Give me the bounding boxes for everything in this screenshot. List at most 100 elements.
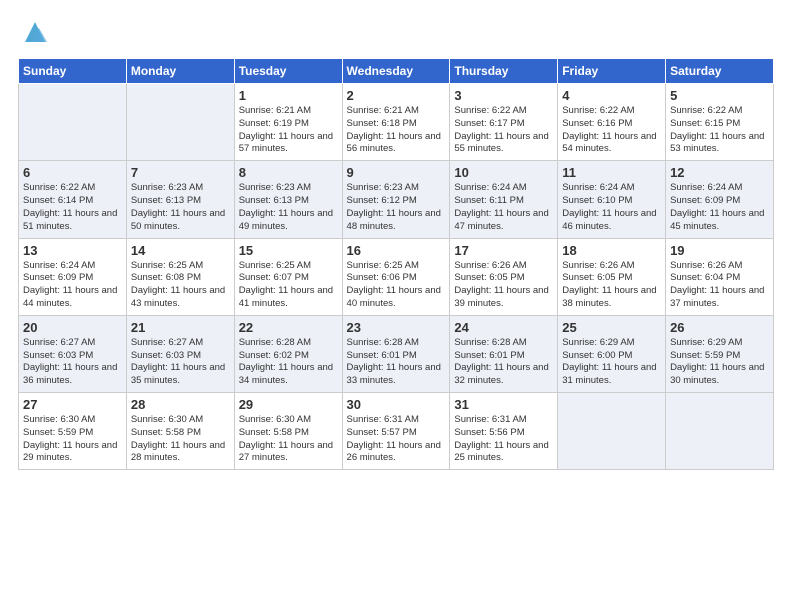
day-number: 17 [454,243,553,258]
day-number: 8 [239,165,338,180]
day-info: Sunrise: 6:26 AMSunset: 6:05 PMDaylight:… [454,260,548,309]
day-info: Sunrise: 6:22 AMSunset: 6:17 PMDaylight:… [454,105,548,154]
day-number: 1 [239,88,338,103]
calendar-cell [558,393,666,470]
day-number: 12 [670,165,769,180]
day-number: 4 [562,88,661,103]
calendar-cell: 25 Sunrise: 6:29 AMSunset: 6:00 PMDaylig… [558,315,666,392]
day-info: Sunrise: 6:22 AMSunset: 6:15 PMDaylight:… [670,105,764,154]
day-info: Sunrise: 6:26 AMSunset: 6:05 PMDaylight:… [562,260,656,309]
calendar-cell: 13 Sunrise: 6:24 AMSunset: 6:09 PMDaylig… [19,238,127,315]
calendar-week-row: 20 Sunrise: 6:27 AMSunset: 6:03 PMDaylig… [19,315,774,392]
day-info: Sunrise: 6:21 AMSunset: 6:18 PMDaylight:… [347,105,441,154]
day-number: 26 [670,320,769,335]
day-info: Sunrise: 6:30 AMSunset: 5:58 PMDaylight:… [239,414,333,463]
calendar-week-row: 27 Sunrise: 6:30 AMSunset: 5:59 PMDaylig… [19,393,774,470]
calendar-cell: 2 Sunrise: 6:21 AMSunset: 6:18 PMDayligh… [342,84,450,161]
calendar-cell: 5 Sunrise: 6:22 AMSunset: 6:15 PMDayligh… [666,84,774,161]
day-info: Sunrise: 6:30 AMSunset: 5:58 PMDaylight:… [131,414,225,463]
day-info: Sunrise: 6:25 AMSunset: 6:07 PMDaylight:… [239,260,333,309]
day-number: 5 [670,88,769,103]
calendar-cell: 28 Sunrise: 6:30 AMSunset: 5:58 PMDaylig… [126,393,234,470]
day-number: 31 [454,397,553,412]
day-info: Sunrise: 6:22 AMSunset: 6:16 PMDaylight:… [562,105,656,154]
day-number: 20 [23,320,122,335]
calendar-cell [666,393,774,470]
calendar-cell: 19 Sunrise: 6:26 AMSunset: 6:04 PMDaylig… [666,238,774,315]
calendar-week-row: 13 Sunrise: 6:24 AMSunset: 6:09 PMDaylig… [19,238,774,315]
day-number: 27 [23,397,122,412]
day-info: Sunrise: 6:27 AMSunset: 6:03 PMDaylight:… [131,337,225,386]
calendar-table: SundayMondayTuesdayWednesdayThursdayFrid… [18,58,774,470]
page-header [18,18,774,48]
day-info: Sunrise: 6:26 AMSunset: 6:04 PMDaylight:… [670,260,764,309]
day-number: 7 [131,165,230,180]
day-info: Sunrise: 6:31 AMSunset: 5:56 PMDaylight:… [454,414,548,463]
calendar-cell: 14 Sunrise: 6:25 AMSunset: 6:08 PMDaylig… [126,238,234,315]
calendar-cell: 11 Sunrise: 6:24 AMSunset: 6:10 PMDaylig… [558,161,666,238]
calendar-cell: 15 Sunrise: 6:25 AMSunset: 6:07 PMDaylig… [234,238,342,315]
day-number: 2 [347,88,446,103]
day-info: Sunrise: 6:31 AMSunset: 5:57 PMDaylight:… [347,414,441,463]
calendar-week-row: 1 Sunrise: 6:21 AMSunset: 6:19 PMDayligh… [19,84,774,161]
day-info: Sunrise: 6:21 AMSunset: 6:19 PMDaylight:… [239,105,333,154]
col-header-tuesday: Tuesday [234,59,342,84]
day-number: 18 [562,243,661,258]
day-number: 10 [454,165,553,180]
calendar-cell: 10 Sunrise: 6:24 AMSunset: 6:11 PMDaylig… [450,161,558,238]
calendar-cell: 6 Sunrise: 6:22 AMSunset: 6:14 PMDayligh… [19,161,127,238]
col-header-saturday: Saturday [666,59,774,84]
calendar-cell: 31 Sunrise: 6:31 AMSunset: 5:56 PMDaylig… [450,393,558,470]
day-number: 13 [23,243,122,258]
calendar-cell: 7 Sunrise: 6:23 AMSunset: 6:13 PMDayligh… [126,161,234,238]
col-header-thursday: Thursday [450,59,558,84]
day-number: 23 [347,320,446,335]
calendar-cell: 21 Sunrise: 6:27 AMSunset: 6:03 PMDaylig… [126,315,234,392]
day-info: Sunrise: 6:24 AMSunset: 6:11 PMDaylight:… [454,182,548,231]
calendar-cell: 16 Sunrise: 6:25 AMSunset: 6:06 PMDaylig… [342,238,450,315]
day-number: 19 [670,243,769,258]
calendar-cell: 26 Sunrise: 6:29 AMSunset: 5:59 PMDaylig… [666,315,774,392]
calendar-cell: 8 Sunrise: 6:23 AMSunset: 6:13 PMDayligh… [234,161,342,238]
day-info: Sunrise: 6:22 AMSunset: 6:14 PMDaylight:… [23,182,117,231]
col-header-monday: Monday [126,59,234,84]
day-number: 11 [562,165,661,180]
day-info: Sunrise: 6:23 AMSunset: 6:13 PMDaylight:… [131,182,225,231]
day-info: Sunrise: 6:25 AMSunset: 6:08 PMDaylight:… [131,260,225,309]
day-number: 28 [131,397,230,412]
logo-icon [21,18,49,46]
day-info: Sunrise: 6:24 AMSunset: 6:10 PMDaylight:… [562,182,656,231]
col-header-sunday: Sunday [19,59,127,84]
day-info: Sunrise: 6:25 AMSunset: 6:06 PMDaylight:… [347,260,441,309]
day-info: Sunrise: 6:28 AMSunset: 6:01 PMDaylight:… [454,337,548,386]
day-number: 25 [562,320,661,335]
calendar-cell: 20 Sunrise: 6:27 AMSunset: 6:03 PMDaylig… [19,315,127,392]
calendar-cell: 30 Sunrise: 6:31 AMSunset: 5:57 PMDaylig… [342,393,450,470]
day-info: Sunrise: 6:29 AMSunset: 5:59 PMDaylight:… [670,337,764,386]
day-info: Sunrise: 6:28 AMSunset: 6:01 PMDaylight:… [347,337,441,386]
day-number: 30 [347,397,446,412]
day-number: 3 [454,88,553,103]
day-number: 14 [131,243,230,258]
calendar-cell [126,84,234,161]
calendar-cell: 27 Sunrise: 6:30 AMSunset: 5:59 PMDaylig… [19,393,127,470]
calendar-cell: 18 Sunrise: 6:26 AMSunset: 6:05 PMDaylig… [558,238,666,315]
logo [18,18,49,48]
calendar-cell: 29 Sunrise: 6:30 AMSunset: 5:58 PMDaylig… [234,393,342,470]
day-info: Sunrise: 6:29 AMSunset: 6:00 PMDaylight:… [562,337,656,386]
calendar-cell: 23 Sunrise: 6:28 AMSunset: 6:01 PMDaylig… [342,315,450,392]
calendar-cell: 3 Sunrise: 6:22 AMSunset: 6:17 PMDayligh… [450,84,558,161]
calendar-cell: 24 Sunrise: 6:28 AMSunset: 6:01 PMDaylig… [450,315,558,392]
day-number: 21 [131,320,230,335]
day-info: Sunrise: 6:24 AMSunset: 6:09 PMDaylight:… [670,182,764,231]
day-number: 22 [239,320,338,335]
calendar-cell [19,84,127,161]
calendar-cell: 12 Sunrise: 6:24 AMSunset: 6:09 PMDaylig… [666,161,774,238]
day-number: 6 [23,165,122,180]
header-row: SundayMondayTuesdayWednesdayThursdayFrid… [19,59,774,84]
calendar-week-row: 6 Sunrise: 6:22 AMSunset: 6:14 PMDayligh… [19,161,774,238]
day-number: 29 [239,397,338,412]
calendar-cell: 4 Sunrise: 6:22 AMSunset: 6:16 PMDayligh… [558,84,666,161]
calendar-cell: 9 Sunrise: 6:23 AMSunset: 6:12 PMDayligh… [342,161,450,238]
col-header-friday: Friday [558,59,666,84]
